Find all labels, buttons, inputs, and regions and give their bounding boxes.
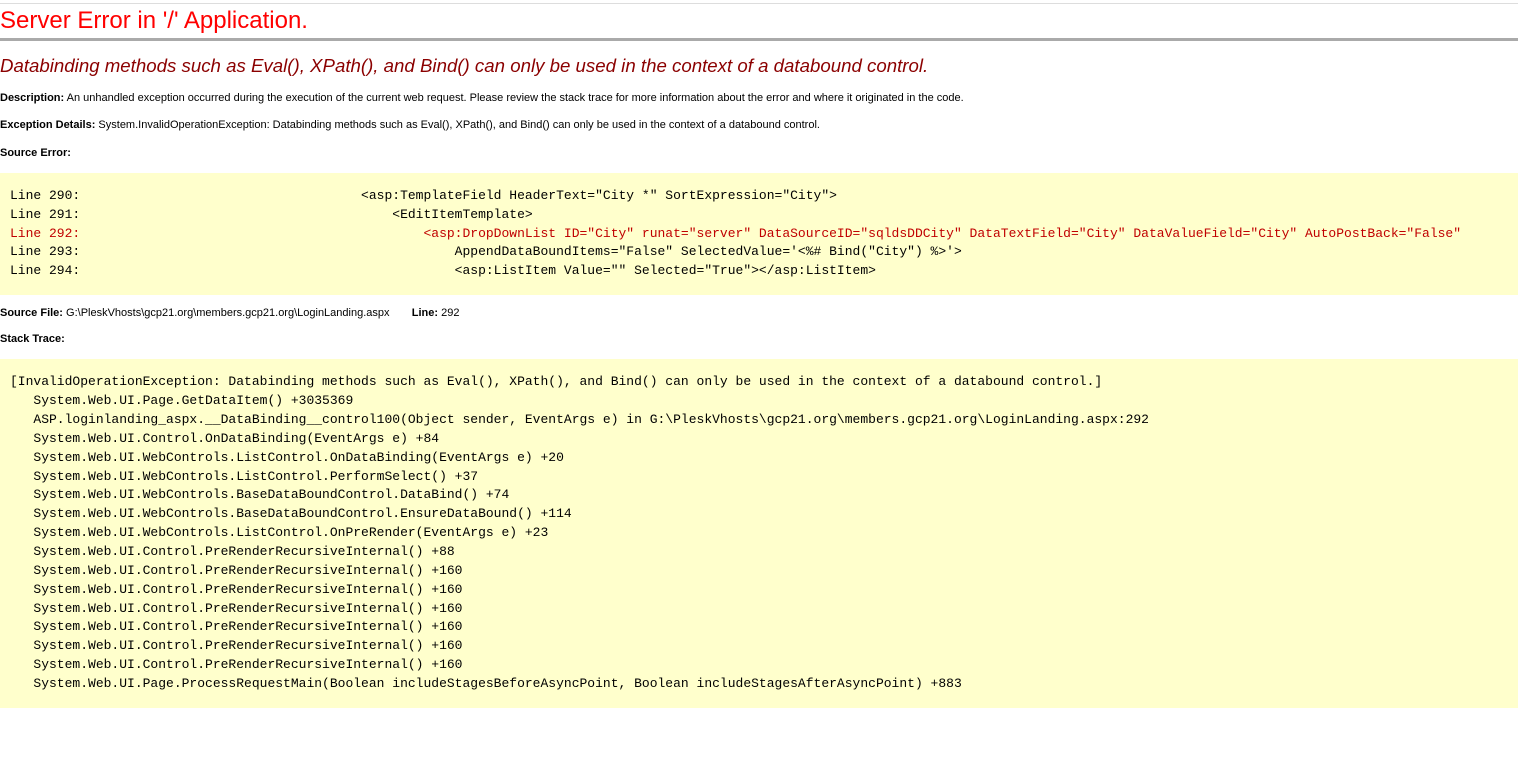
divider	[0, 38, 1518, 41]
stack-trace-codebox: [InvalidOperationException: Databinding …	[0, 359, 1518, 707]
exception-value: System.InvalidOperationException: Databi…	[98, 119, 820, 131]
source-line-290: Line 290: <asp:TemplateField HeaderText=…	[10, 188, 837, 203]
source-line-292: Line 292: <asp:DropDownList ID="City" ru…	[10, 226, 1461, 241]
source-file-row: Source File: G:\PleskVhosts\gcp21.org\me…	[0, 307, 1518, 319]
stack-trace-pre: [InvalidOperationException: Databinding …	[10, 373, 1508, 693]
line-value: 292	[441, 307, 459, 319]
source-error-label: Source Error:	[0, 147, 71, 159]
description-label: Description:	[0, 92, 64, 104]
exception-row: Exception Details: System.InvalidOperati…	[0, 118, 1518, 132]
exception-label: Exception Details:	[0, 119, 95, 131]
source-file-label: Source File:	[0, 307, 63, 319]
description-value: An unhandled exception occurred during t…	[67, 92, 964, 104]
page-title: Server Error in '/' Application.	[0, 7, 1518, 35]
stack-trace-row: Stack Trace:	[0, 332, 1518, 346]
error-subheading: Databinding methods such as Eval(), XPat…	[0, 55, 1518, 77]
source-line-291: Line 291: <EditItemTemplate>	[10, 207, 533, 222]
source-file-value: G:\PleskVhosts\gcp21.org\members.gcp21.o…	[66, 307, 389, 319]
stack-trace-label: Stack Trace:	[0, 333, 65, 345]
source-line-293: Line 293: AppendDataBoundItems="False" S…	[10, 244, 962, 259]
source-error-codebox: Line 290: <asp:TemplateField HeaderText=…	[0, 173, 1518, 295]
description-row: Description: An unhandled exception occu…	[0, 91, 1518, 105]
source-line-294: Line 294: <asp:ListItem Value="" Selecte…	[10, 263, 876, 278]
line-label: Line:	[412, 307, 438, 319]
source-error-pre: Line 290: <asp:TemplateField HeaderText=…	[10, 187, 1508, 281]
source-error-row: Source Error:	[0, 146, 1518, 160]
